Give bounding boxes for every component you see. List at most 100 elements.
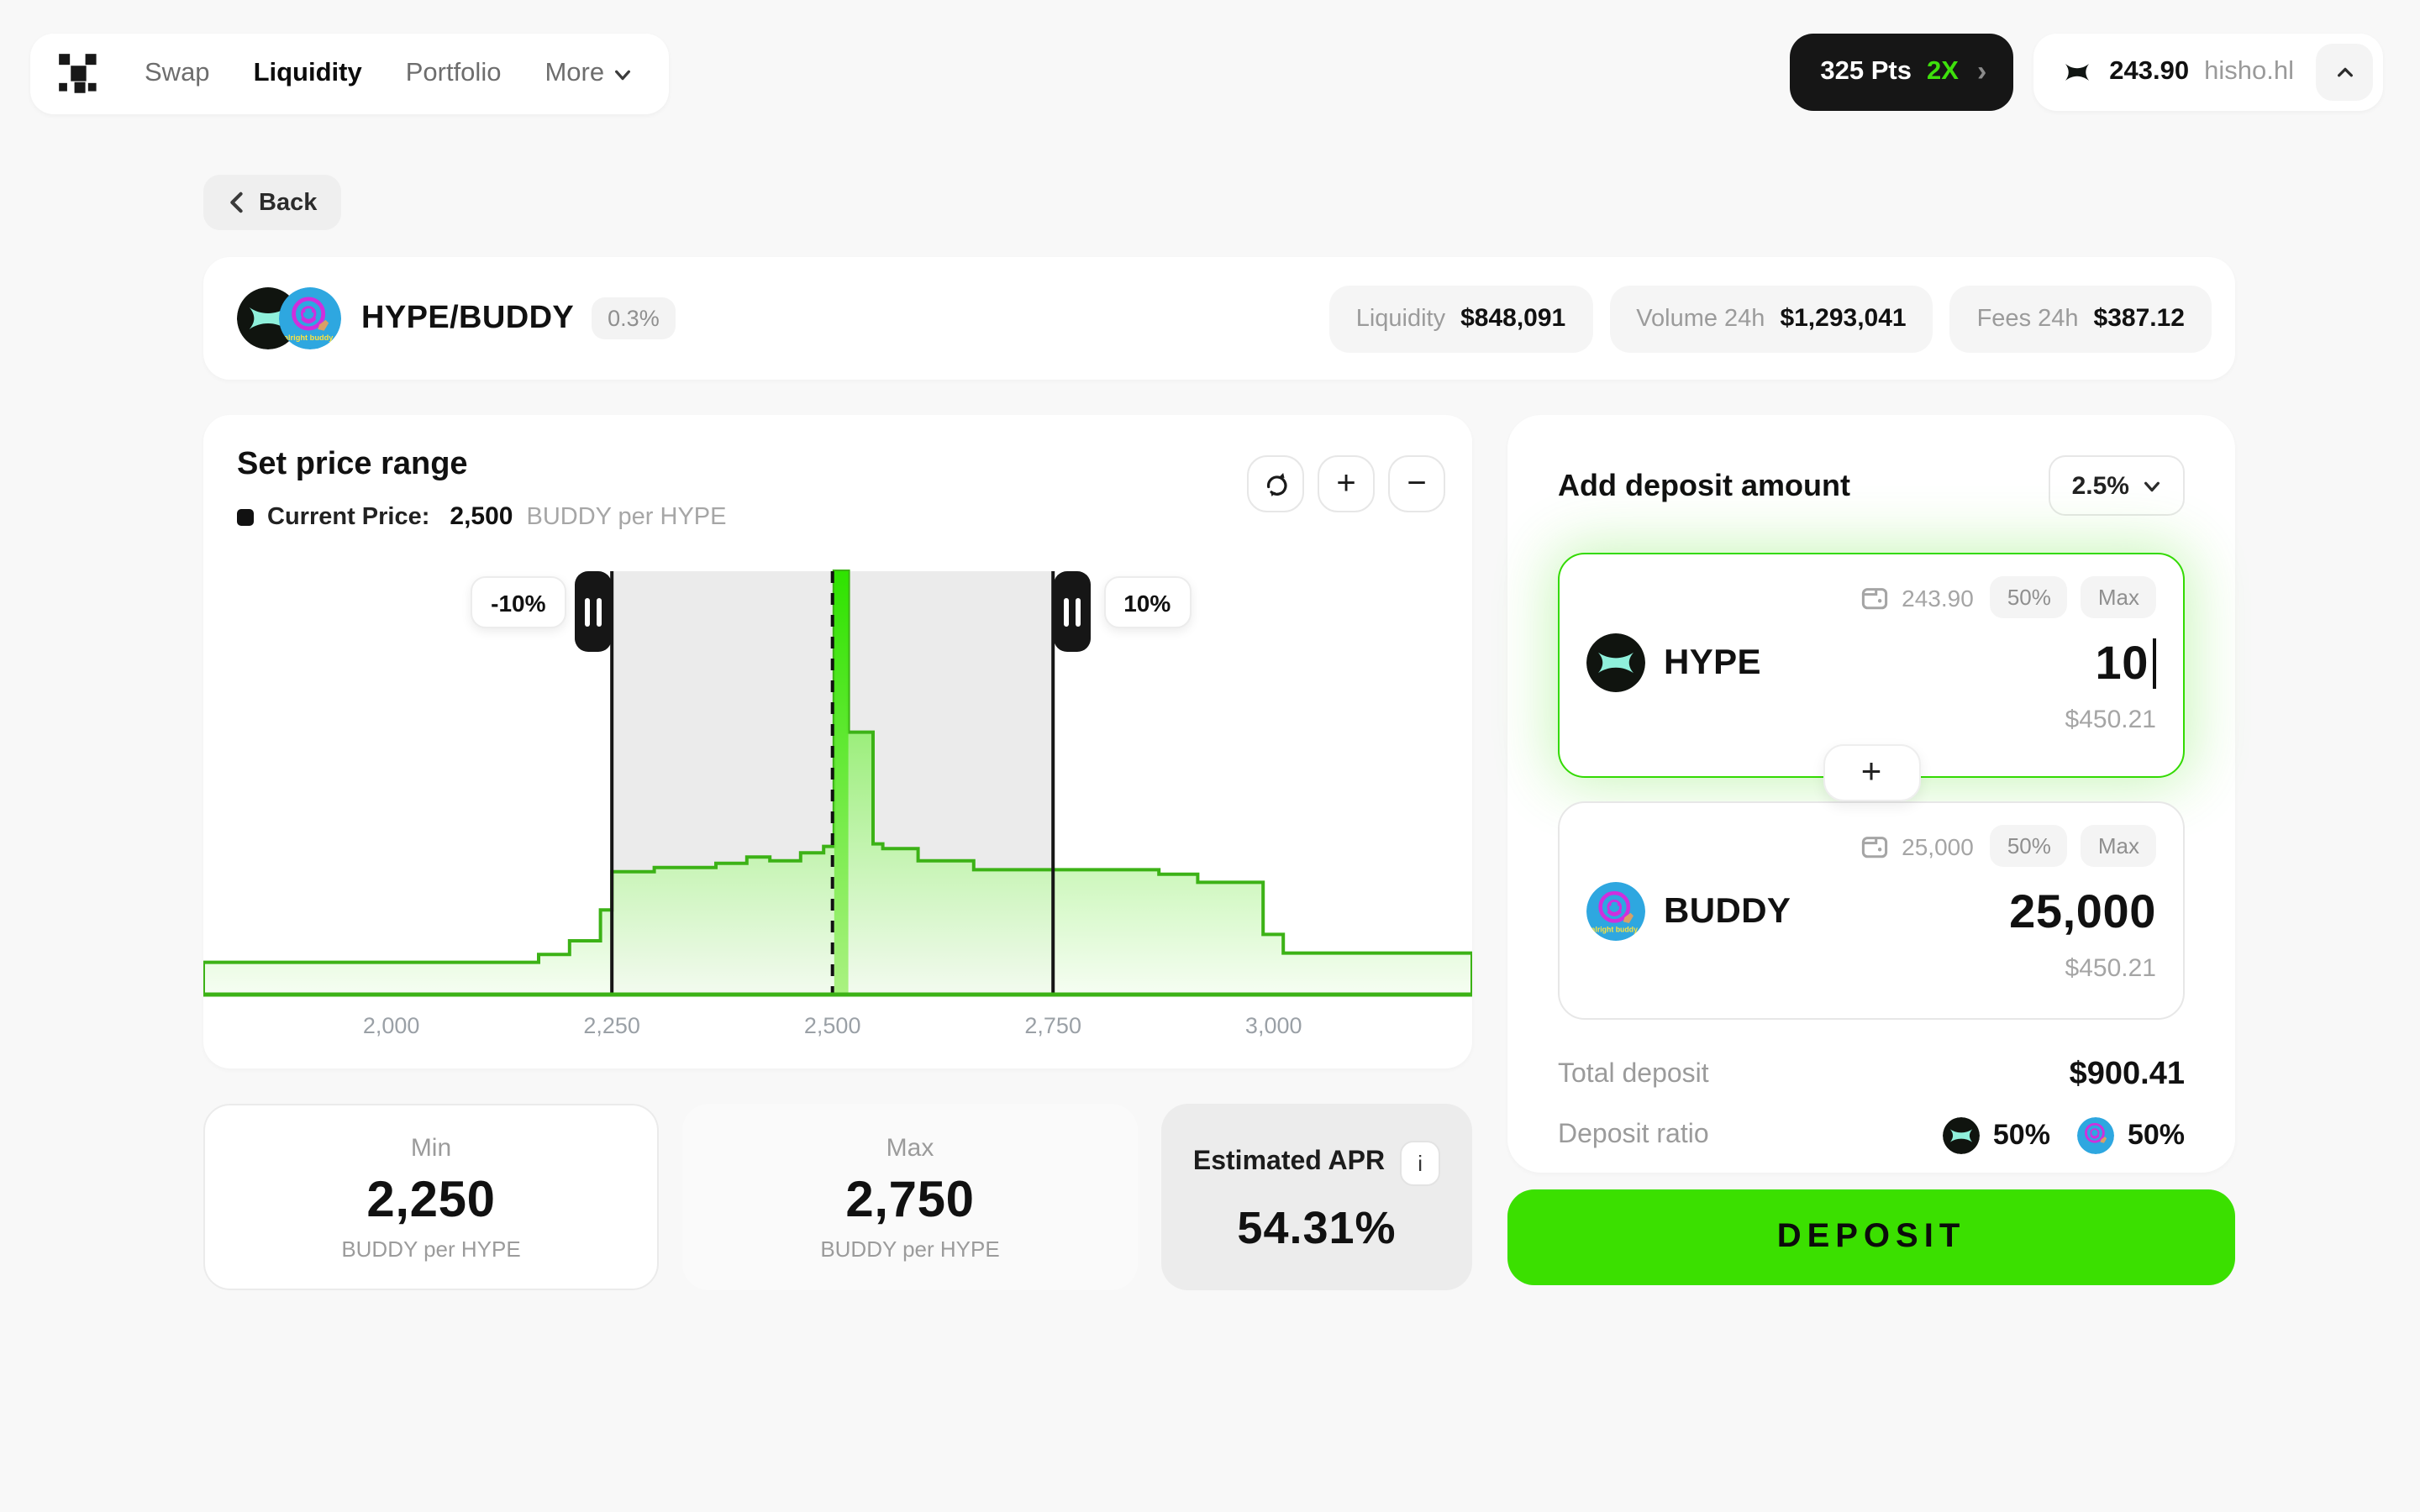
- pair-plus-button[interactable]: +: [1823, 744, 1920, 801]
- back-label: Back: [259, 189, 317, 216]
- buddy-half-button[interactable]: 50%: [1991, 825, 2068, 867]
- hype-ratio-value: 50%: [1993, 1119, 2050, 1152]
- svg-text:alright buddy: alright buddy: [1591, 926, 1639, 934]
- min-unit: BUDDY per HYPE: [341, 1236, 520, 1261]
- points-badge[interactable]: 325 Pts 2X ›: [1790, 34, 2013, 111]
- min-value: 2,250: [366, 1172, 495, 1229]
- reset-range-button[interactable]: [1247, 455, 1304, 512]
- hisho-logo-icon[interactable]: [57, 52, 101, 96]
- wallet-button[interactable]: 243.90 hisho.hl: [2033, 34, 2383, 111]
- header-right: 325 Pts 2X › 243.90 hisho.hl: [1790, 34, 2383, 111]
- stat-fees: Fees 24h $387.12: [1950, 285, 2212, 352]
- stat-label: Fees 24h: [1977, 305, 2079, 332]
- stat-volume: Volume 24h $1,293,041: [1609, 285, 1933, 352]
- total-deposit-row: Total deposit $900.41: [1558, 1057, 2185, 1094]
- deposit-panel: Add deposit amount 2.5% 243.90 50% Max: [1507, 415, 2235, 1173]
- points-value: 325 Pts: [1820, 57, 1912, 87]
- hype-balance: 243.90: [1902, 584, 1974, 611]
- stat-value: $848,091: [1460, 304, 1565, 333]
- nav-item-more[interactable]: More: [544, 59, 631, 89]
- chevron-down-icon: [613, 65, 631, 83]
- slippage-value: 2.5%: [2072, 471, 2129, 500]
- stat-value: $387.12: [2094, 304, 2185, 333]
- nav-item-more-label: More: [544, 59, 604, 89]
- x-tick: 2,750: [1024, 1013, 1081, 1038]
- buddy-ratio-value: 50%: [2128, 1119, 2185, 1152]
- top-nav: Swap Liquidity Portfolio More: [30, 34, 668, 114]
- estimated-apr-card: Estimated APR i 54.31%: [1161, 1104, 1472, 1290]
- x-tick: 2,500: [804, 1013, 861, 1038]
- current-price-value: 2,500: [450, 502, 513, 531]
- deposit-title: Add deposit amount: [1558, 468, 1850, 503]
- deposit-ratio-row: Deposit ratio 50% 50%: [1558, 1117, 2185, 1154]
- current-price-unit: BUDDY per HYPE: [527, 503, 727, 530]
- wallet-icon: [1860, 832, 1888, 860]
- x-tick: 2,000: [363, 1013, 420, 1038]
- points-multiplier: 2X: [1927, 57, 1959, 87]
- slippage-dropdown[interactable]: 2.5%: [2049, 455, 2185, 516]
- pair-token-icons: alright buddy: [237, 287, 341, 349]
- range-min-handle[interactable]: [575, 571, 612, 652]
- apr-label: Estimated APR: [1193, 1147, 1385, 1178]
- buddy-max-button[interactable]: Max: [2081, 825, 2156, 867]
- liquidity-deposit-page: Swap Liquidity Portfolio More 325 Pts 2X…: [0, 0, 2420, 1512]
- chevron-left-icon: [227, 192, 245, 213]
- deposit-button[interactable]: DEPOSIT: [1507, 1189, 2235, 1285]
- min-price-card: Min 2,250 BUDDY per HYPE: [203, 1104, 659, 1290]
- nav-item-liquidity[interactable]: Liquidity: [254, 59, 362, 89]
- buddy-amount-input[interactable]: 25,000: [2009, 885, 2156, 938]
- wallet-name: hisho.hl: [2204, 57, 2294, 87]
- hype-mark-icon: [2060, 55, 2094, 89]
- liquidity-histogram: [203, 533, 1472, 1068]
- wallet-icon: [1860, 583, 1888, 612]
- range-max-percent-label: 10%: [1103, 576, 1191, 628]
- current-price-row: Current Price: 2,500 BUDDY per HYPE: [237, 502, 727, 531]
- current-price-label: Current Price:: [267, 503, 429, 530]
- range-min-percent-label: -10%: [471, 576, 566, 628]
- liquidity-chart[interactable]: -10% 10% 2,0002,2502,5002,7503,000: [203, 533, 1472, 1068]
- buddy-usd-value: $450.21: [1586, 954, 2156, 983]
- stat-label: Volume 24h: [1636, 305, 1765, 332]
- stat-liquidity: Liquidity $848,091: [1329, 285, 1593, 352]
- refresh-icon: [1261, 470, 1290, 498]
- pool-header-card: alright buddy HYPE/BUDDY 0.3% Liquidity …: [203, 257, 2235, 380]
- range-max-handle[interactable]: [1053, 571, 1090, 652]
- wallet-balance: 243.90: [2109, 57, 2189, 87]
- total-deposit-label: Total deposit: [1558, 1060, 1709, 1090]
- pair-name: HYPE/BUDDY: [361, 300, 574, 337]
- hype-symbol: HYPE: [1664, 643, 1761, 683]
- x-axis: 2,0002,2502,5002,7503,000: [203, 1013, 1472, 1053]
- min-label: Min: [411, 1133, 451, 1162]
- back-button[interactable]: Back: [203, 175, 340, 230]
- text-cursor: [2152, 638, 2156, 688]
- apr-info-button[interactable]: i: [1400, 1140, 1440, 1185]
- max-unit: BUDDY per HYPE: [820, 1236, 999, 1261]
- hype-amount-input[interactable]: 10: [2096, 636, 2157, 690]
- wallet-collapse-button[interactable]: [2316, 44, 2373, 101]
- hype-amount-value: 10: [2096, 636, 2149, 690]
- deposit-ratio-label: Deposit ratio: [1558, 1121, 1709, 1151]
- max-label: Max: [886, 1133, 934, 1162]
- max-price-card: Max 2,750 BUDDY per HYPE: [682, 1104, 1138, 1290]
- buddy-amount-card: 25,000 50% Max alright buddy BUDDY 25,: [1558, 801, 2185, 1020]
- zoom-in-button[interactable]: +: [1318, 455, 1375, 512]
- zoom-out-button[interactable]: −: [1388, 455, 1445, 512]
- buddy-token-icon: alright buddy: [1586, 882, 1645, 941]
- buddy-token-icon: [2077, 1117, 2114, 1154]
- nav-item-swap[interactable]: Swap: [145, 59, 210, 89]
- nav-item-portfolio[interactable]: Portfolio: [406, 59, 502, 89]
- buddy-token-icon: alright buddy: [279, 287, 341, 349]
- svg-text:alright buddy: alright buddy: [284, 333, 334, 342]
- hype-token-icon: [1943, 1117, 1980, 1154]
- chart-controls: + −: [1247, 455, 1445, 512]
- stat-label: Liquidity: [1356, 305, 1445, 332]
- fee-tier-badge: 0.3%: [591, 297, 676, 339]
- hype-token-icon: [1586, 633, 1645, 692]
- hype-half-button[interactable]: 50%: [1991, 576, 2068, 618]
- hype-usd-value: $450.21: [1586, 706, 2156, 734]
- buddy-amount-value: 25,000: [2009, 885, 2156, 938]
- buddy-balance: 25,000: [1902, 832, 1974, 859]
- hype-max-button[interactable]: Max: [2081, 576, 2156, 618]
- price-range-title: Set price range: [237, 447, 468, 484]
- current-price-liquidity-spike: [834, 571, 849, 995]
